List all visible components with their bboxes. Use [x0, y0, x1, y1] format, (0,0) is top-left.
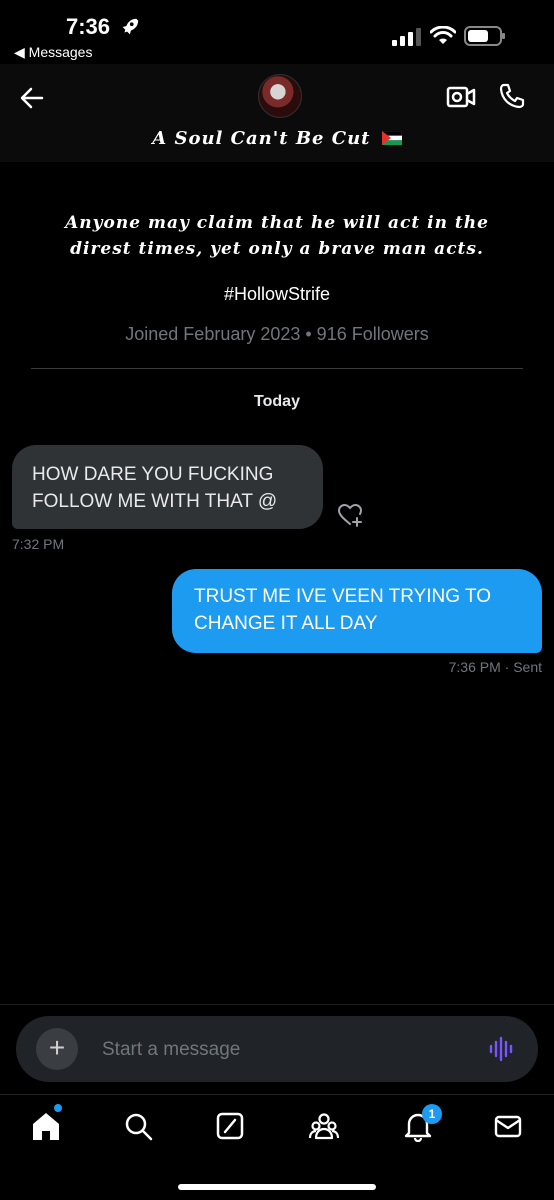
message-line: TRUST ME IVE VEEN TRYING TO [194, 586, 492, 607]
bio-line: direst times, yet only a brave man acts. [70, 239, 484, 259]
bio-line: Anyone may claim that he will act in the [65, 213, 489, 233]
message-line: HOW DARE YOU FUCKING [32, 464, 274, 485]
incoming-message-bubble[interactable]: HOW DARE YOU FUCKING FOLLOW ME WITH THAT… [12, 445, 323, 529]
message-line: CHANGE IT ALL DAY [194, 613, 378, 634]
cellular-signal-icon [392, 28, 421, 46]
conversation-title[interactable]: A Soul Can't Be Cut [0, 128, 554, 149]
avatar[interactable] [258, 74, 302, 118]
message-input[interactable] [100, 1034, 464, 1066]
add-media-button[interactable]: + [36, 1028, 78, 1070]
notification-count-badge: 1 [422, 1104, 442, 1124]
wifi-icon [430, 26, 456, 44]
video-call-icon[interactable] [446, 84, 476, 110]
palestine-flag-icon [381, 131, 402, 145]
phone-call-icon[interactable] [498, 82, 526, 110]
messages-icon[interactable] [490, 1108, 526, 1144]
status-time: 7:36 [66, 14, 111, 39]
outgoing-message-bubble[interactable]: TRUST ME IVE VEEN TRYING TO CHANGE IT AL… [172, 569, 542, 653]
add-reaction-icon[interactable] [336, 502, 364, 528]
message-line: FOLLOW ME WITH THAT @ [32, 491, 278, 512]
message-timestamp: 7:32 PM [12, 536, 65, 552]
home-new-indicator [54, 1104, 62, 1112]
divider [31, 368, 523, 369]
profile-hashtag[interactable]: #HollowStrife [0, 284, 554, 305]
rocket-icon [122, 18, 139, 35]
message-timestamp-status: 7:36 PM · Sent [448, 659, 542, 675]
back-to-messages-app[interactable]: ◀ Messages [14, 44, 92, 61]
voice-message-icon[interactable] [488, 1036, 516, 1062]
profile-bio: Anyone may claim that he will act in the… [20, 210, 534, 262]
divider [0, 1094, 554, 1095]
joined-followers: Joined February 2023 • 916 Followers [125, 324, 429, 344]
display-name: A Soul Can't Be Cut [152, 128, 371, 149]
grok-icon[interactable] [212, 1108, 248, 1144]
home-icon[interactable] [28, 1108, 64, 1144]
home-indicator[interactable] [178, 1184, 376, 1190]
search-icon[interactable] [120, 1108, 156, 1144]
date-separator: Today [254, 393, 300, 410]
battery-icon [464, 26, 505, 46]
back-arrow-icon[interactable] [18, 84, 46, 112]
divider [0, 1004, 554, 1005]
communities-icon[interactable] [306, 1108, 342, 1144]
